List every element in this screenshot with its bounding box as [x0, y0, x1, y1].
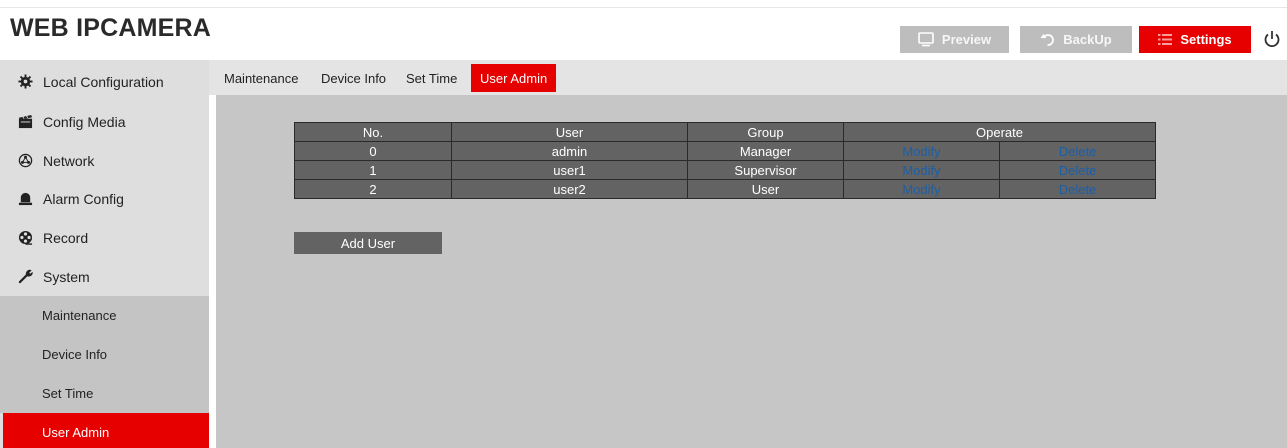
cell-group: User [687, 179, 844, 199]
header-user: User [451, 122, 688, 142]
settings-button[interactable]: Settings [1139, 26, 1251, 53]
tab-set-time[interactable]: Set Time [406, 64, 457, 92]
preview-button[interactable]: Preview [900, 26, 1009, 53]
tab-device-info[interactable]: Device Info [321, 64, 386, 92]
cell-user: user1 [451, 160, 688, 180]
alarm-icon [17, 191, 33, 207]
sidebar-item-label: Network [43, 152, 95, 169]
delete-link[interactable]: Delete [999, 160, 1156, 180]
sidebar: Local Configuration Config Media Network… [0, 60, 209, 448]
undo-icon [1040, 32, 1055, 47]
header-group: Group [687, 122, 844, 142]
cell-user: admin [451, 141, 688, 161]
sidebar-subitem-device-info[interactable]: Device Info [0, 335, 209, 374]
sidebar-item-alarm-config[interactable]: Alarm Config [0, 179, 209, 218]
record-icon [17, 230, 33, 246]
header-operate: Operate [843, 122, 1156, 142]
sidebar-item-local-configuration[interactable]: Local Configuration [0, 62, 209, 101]
tab-maintenance[interactable]: Maintenance [224, 64, 298, 92]
table-row: 0 admin Manager Modify Delete [294, 141, 1156, 161]
table-row: 2 user2 User Modify Delete [294, 179, 1156, 199]
sidebar-item-label: Local Configuration [43, 73, 164, 90]
top-border [0, 0, 1287, 8]
header-no: No. [294, 122, 452, 142]
cell-user: user2 [451, 179, 688, 199]
sidebar-subitem-user-admin[interactable]: User Admin [3, 413, 209, 448]
sidebar-item-label: System [43, 268, 90, 285]
cell-group: Manager [687, 141, 844, 161]
add-user-button[interactable]: Add User [294, 232, 442, 254]
tab-user-admin[interactable]: User Admin [471, 64, 557, 92]
cell-no: 2 [294, 179, 452, 199]
backup-button[interactable]: BackUp [1020, 26, 1132, 53]
sidebar-item-config-media[interactable]: Config Media [0, 102, 209, 141]
sidebar-subitem-set-time[interactable]: Set Time [0, 374, 209, 413]
sidebar-item-label: Config Media [43, 113, 126, 130]
backup-label: BackUp [1063, 32, 1112, 47]
monitor-icon [918, 32, 934, 47]
sidebar-item-network[interactable]: Network [0, 141, 209, 180]
power-icon[interactable] [1262, 29, 1282, 49]
modify-link[interactable]: Modify [843, 179, 1000, 199]
delete-link[interactable]: Delete [999, 179, 1156, 199]
app-title: WEB IPCAMERA [10, 14, 212, 42]
media-icon [17, 114, 33, 130]
sidebar-subitem-maintenance[interactable]: Maintenance [0, 296, 209, 335]
modify-link[interactable]: Modify [843, 160, 1000, 180]
sidebar-item-record[interactable]: Record [0, 218, 209, 257]
sidebar-item-label: Record [43, 229, 89, 246]
list-icon [1158, 33, 1173, 46]
preview-label: Preview [941, 32, 992, 47]
wrench-icon [17, 269, 33, 285]
settings-label: Settings [1180, 32, 1232, 47]
gear-icon [17, 74, 33, 90]
modify-link[interactable]: Modify [843, 141, 1000, 161]
table-row: 1 user1 Supervisor Modify Delete [294, 160, 1156, 180]
delete-link[interactable]: Delete [999, 141, 1156, 161]
cell-no: 1 [294, 160, 452, 180]
sidebar-item-label: Alarm Config [43, 190, 124, 207]
user-table: No. User Group Operate 0 admin Manager M… [294, 122, 1156, 199]
network-icon [17, 153, 33, 169]
sidebar-item-system[interactable]: System [0, 257, 209, 296]
table-header-row: No. User Group Operate [294, 122, 1156, 142]
cell-no: 0 [294, 141, 452, 161]
cell-group: Supervisor [687, 160, 844, 180]
